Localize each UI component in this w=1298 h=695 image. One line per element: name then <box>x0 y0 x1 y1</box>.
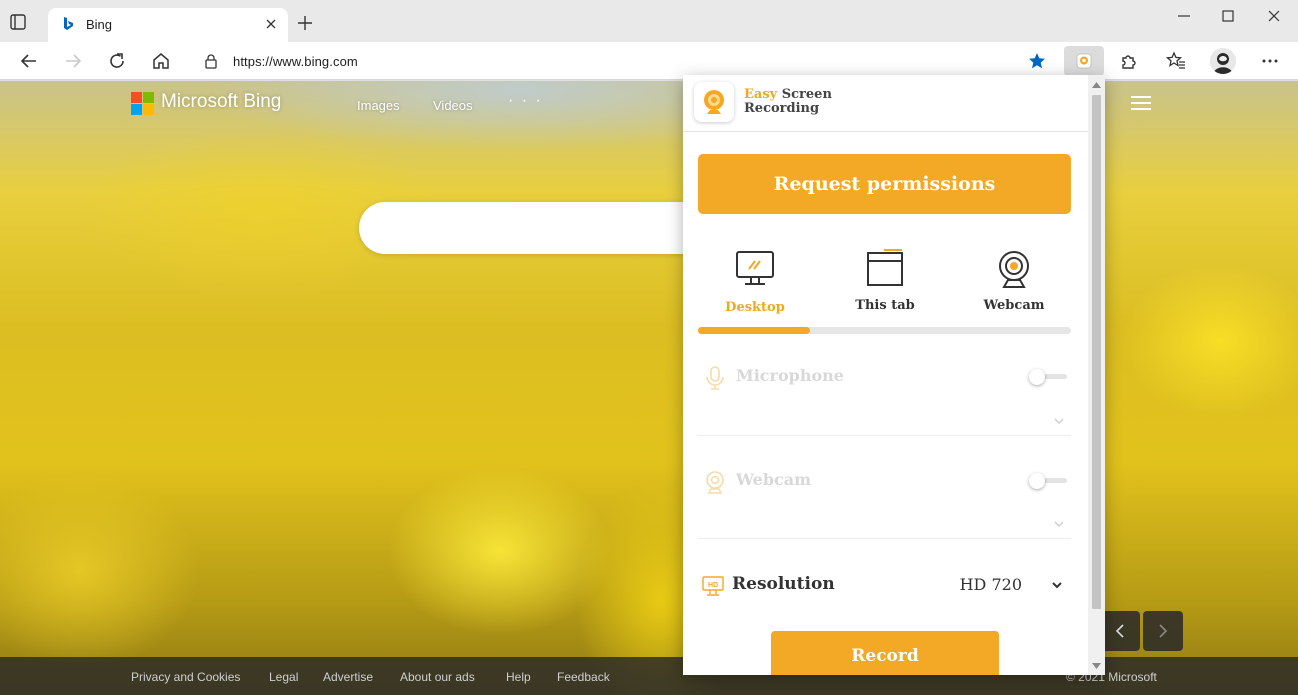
footer-privacy-link[interactable]: Privacy and Cookies <box>131 670 240 684</box>
more-options-icon[interactable] <box>1260 51 1280 71</box>
mode-this-tab[interactable]: This tab <box>825 247 945 313</box>
microsoft-logo-icon <box>131 92 154 115</box>
back-arrow-icon[interactable] <box>19 51 39 71</box>
hd-monitor-icon: HD <box>702 576 724 596</box>
resolution-select[interactable]: HD Resolution HD 720 <box>698 571 1071 601</box>
refresh-icon[interactable] <box>107 51 127 71</box>
home-icon[interactable] <box>151 51 171 71</box>
webcam-toggle-knob <box>1029 473 1045 489</box>
footer-feedback-link[interactable]: Feedback <box>557 670 610 684</box>
next-image-button[interactable] <box>1143 611 1183 651</box>
mode-this-tab-label: This tab <box>855 298 915 313</box>
footer-legal-link[interactable]: Legal <box>269 670 298 684</box>
url-text[interactable]: https://www.bing.com <box>233 54 358 69</box>
nav-more-dots[interactable]: · · · <box>508 92 543 110</box>
mode-webcam-label: Webcam <box>983 298 1045 313</box>
microphone-row: Microphone <box>698 361 1071 395</box>
chevron-down-icon <box>1054 521 1064 528</box>
tab-actions-icon[interactable] <box>8 12 28 32</box>
webcam-label: Webcam <box>736 470 812 489</box>
webcam-row: Webcam <box>698 465 1071 499</box>
hamburger-menu-icon[interactable] <box>1131 95 1151 111</box>
mode-selector-track <box>698 327 1071 334</box>
favorites-icon[interactable] <box>1166 51 1186 71</box>
record-button[interactable]: Record <box>771 631 999 675</box>
browser-tab-bing[interactable]: Bing <box>48 8 288 42</box>
browser-titlebar: Bing <box>0 0 1298 42</box>
chevron-right-icon <box>1159 624 1168 638</box>
webcam-small-icon <box>706 471 724 494</box>
brand-recording: Recording <box>744 101 820 116</box>
chevron-left-icon <box>1115 624 1124 638</box>
profile-avatar[interactable] <box>1210 48 1236 74</box>
scrollbar-thumb[interactable] <box>1092 95 1101 609</box>
new-tab-icon[interactable] <box>296 14 314 32</box>
webcam-icon <box>999 251 1029 288</box>
nav-videos-link[interactable]: Videos <box>433 98 473 113</box>
scroll-up-arrow-icon[interactable] <box>1092 82 1101 88</box>
mode-selector-indicator <box>698 327 810 334</box>
app-logo <box>694 82 734 122</box>
footer-help-link[interactable]: Help <box>506 670 531 684</box>
footer-advertise-link[interactable]: Advertise <box>323 670 373 684</box>
webcam-device-select[interactable] <box>698 511 1071 539</box>
footer-about-ads-link[interactable]: About our ads <box>400 670 475 684</box>
webcam-logo-icon <box>704 90 724 114</box>
microphone-toggle[interactable] <box>1029 369 1067 385</box>
mode-desktop-label: Desktop <box>725 300 785 315</box>
lock-icon[interactable] <box>204 53 218 69</box>
profile-picture-icon <box>1210 48 1236 74</box>
monitor-icon <box>736 251 774 285</box>
recorder-extension-icon <box>1076 53 1092 69</box>
previous-image-button[interactable] <box>1100 611 1140 651</box>
popup-header: Easy Screen Recording <box>683 75 1088 132</box>
microphone-icon <box>706 366 724 390</box>
browser-window-icon <box>867 249 903 286</box>
close-tab-icon[interactable] <box>264 17 278 31</box>
chevron-down-icon <box>1054 418 1064 425</box>
favorite-star-icon[interactable] <box>1028 52 1046 70</box>
resolution-label: Resolution <box>732 574 835 594</box>
chevron-down-icon <box>1052 582 1062 589</box>
webcam-toggle[interactable] <box>1029 473 1067 489</box>
hd-badge-text: HD <box>708 582 718 589</box>
nav-images-link[interactable]: Images <box>357 98 400 113</box>
easy-screen-recording-popup: Easy Screen Recording Request permission… <box>683 75 1105 675</box>
extensions-puzzle-icon[interactable] <box>1119 51 1139 71</box>
microphone-label: Microphone <box>736 366 844 385</box>
minimize-icon[interactable] <box>1174 6 1194 26</box>
address-bar[interactable]: https://www.bing.com <box>190 45 1056 77</box>
resolution-value: HD 720 <box>959 575 1022 594</box>
tab-title: Bing <box>86 17 113 32</box>
brand-screen: Screen <box>777 87 832 102</box>
microphone-toggle-knob <box>1029 369 1045 385</box>
mode-desktop[interactable]: Desktop <box>695 247 815 315</box>
easy-screen-recording-extension-button[interactable] <box>1064 46 1104 76</box>
logo-text: Microsoft Bing <box>161 91 282 112</box>
brand-easy: Easy <box>744 87 778 102</box>
close-window-icon[interactable] <box>1264 6 1284 26</box>
bing-favicon-icon <box>64 17 73 30</box>
mode-webcam[interactable]: Webcam <box>954 247 1074 313</box>
request-permissions-button[interactable]: Request permissions <box>698 154 1071 214</box>
maximize-icon[interactable] <box>1218 6 1238 26</box>
scroll-down-arrow-icon[interactable] <box>1092 663 1101 669</box>
microphone-device-select[interactable] <box>698 408 1071 436</box>
app-brand-name: Easy Screen Recording <box>744 88 832 116</box>
forward-arrow-icon[interactable] <box>63 51 83 71</box>
popup-scrollbar[interactable] <box>1088 75 1105 675</box>
